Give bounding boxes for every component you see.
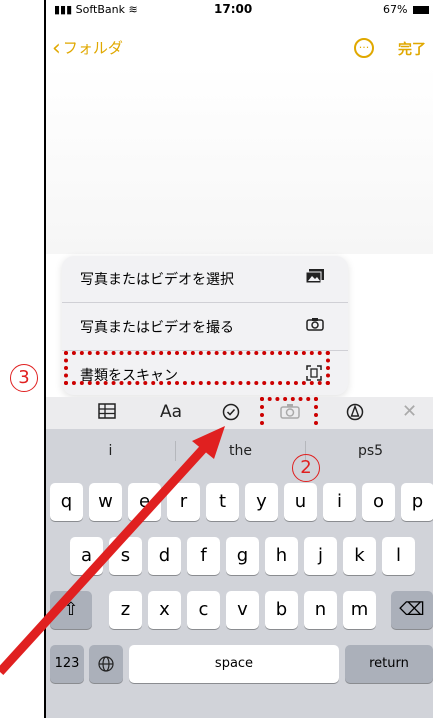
step-2-marker: 2: [292, 454, 320, 482]
done-button[interactable]: 完了: [398, 39, 426, 59]
photo-library-icon: [305, 269, 324, 287]
key-n[interactable]: n: [304, 591, 337, 629]
key-c[interactable]: c: [187, 591, 220, 629]
return-key[interactable]: return: [345, 645, 433, 683]
key-q[interactable]: q: [50, 483, 83, 521]
camera-highlight-box: [260, 397, 318, 433]
battery-percent: 67%: [383, 3, 408, 16]
key-u[interactable]: u: [284, 483, 317, 521]
key-i[interactable]: i: [323, 483, 356, 521]
step-3-marker: 3: [10, 364, 38, 392]
key-w[interactable]: w: [89, 483, 122, 521]
key-d[interactable]: d: [148, 537, 181, 575]
numbers-key[interactable]: 123: [50, 645, 84, 683]
key-g[interactable]: g: [226, 537, 259, 575]
camera-icon: [306, 317, 324, 335]
battery-indicator: 67%: [383, 3, 429, 16]
globe-key[interactable]: [89, 645, 123, 683]
more-options-button[interactable]: ···: [354, 38, 374, 58]
key-p[interactable]: p: [401, 483, 433, 521]
space-key[interactable]: space: [129, 645, 339, 683]
key-m[interactable]: m: [343, 591, 376, 629]
back-button[interactable]: ‹ フォルダ: [52, 36, 123, 61]
key-k[interactable]: k: [343, 537, 376, 575]
key-e[interactable]: e: [128, 483, 161, 521]
menu-item-label: 写真またはビデオを選択: [80, 272, 234, 288]
key-l[interactable]: l: [382, 537, 415, 575]
key-x[interactable]: x: [148, 591, 181, 629]
close-icon[interactable]: ✕: [402, 401, 417, 422]
key-b[interactable]: b: [265, 591, 298, 629]
shift-key[interactable]: ⇧: [50, 591, 92, 629]
formatting-toolbar: Aa ✕: [46, 397, 433, 429]
clock: 17:00: [214, 2, 253, 16]
key-f[interactable]: f: [187, 537, 220, 575]
navigation-bar: ‹ フォルダ ··· 完了: [46, 34, 433, 64]
backspace-icon: ⌫: [399, 599, 425, 620]
carrier-indicator: ▮▮▮ SoftBank ≋: [54, 3, 138, 16]
suggestion-item[interactable]: ps5: [306, 431, 433, 471]
delete-key[interactable]: ⌫: [391, 591, 433, 629]
keyboard: i the ps5 q w e r t y u i o p a s d f g …: [46, 429, 433, 718]
text-format-button[interactable]: Aa: [160, 402, 182, 422]
suggestion-item[interactable]: i: [46, 431, 175, 471]
key-t[interactable]: t: [206, 483, 239, 521]
key-a[interactable]: a: [70, 537, 103, 575]
carrier-name: SoftBank: [75, 3, 125, 16]
wifi-icon: ≋: [125, 3, 138, 16]
shift-icon: ⇧: [63, 599, 79, 620]
note-body[interactable]: [46, 64, 433, 254]
key-y[interactable]: y: [245, 483, 278, 521]
chevron-left-icon: ‹: [52, 36, 61, 61]
phone-screen: ▮▮▮ SoftBank ≋ 17:00 67% ‹ フォルダ ··· 完了 写真…: [44, 0, 433, 718]
key-o[interactable]: o: [362, 483, 395, 521]
markup-icon[interactable]: [346, 403, 364, 425]
key-h[interactable]: h: [265, 537, 298, 575]
globe-icon: [98, 656, 114, 672]
table-icon[interactable]: [98, 403, 116, 423]
key-j[interactable]: j: [304, 537, 337, 575]
checklist-icon[interactable]: [222, 403, 240, 425]
menu-item-choose-photo[interactable]: 写真またはビデオを選択: [62, 256, 348, 300]
battery-icon: [413, 6, 429, 14]
menu-item-take-photo[interactable]: 写真またはビデオを撮る: [62, 304, 348, 348]
menu-divider: [62, 302, 348, 303]
key-s[interactable]: s: [109, 537, 142, 575]
back-label: フォルダ: [62, 39, 123, 57]
key-r[interactable]: r: [167, 483, 200, 521]
scan-highlight-box: [64, 351, 330, 385]
status-bar: ▮▮▮ SoftBank ≋ 17:00 67%: [46, 0, 433, 20]
key-z[interactable]: z: [109, 591, 142, 629]
suggestion-item[interactable]: the: [176, 431, 305, 471]
menu-item-label: 写真またはビデオを撮る: [80, 320, 234, 336]
key-v[interactable]: v: [226, 591, 259, 629]
signal-icon: ▮▮▮: [54, 3, 76, 16]
